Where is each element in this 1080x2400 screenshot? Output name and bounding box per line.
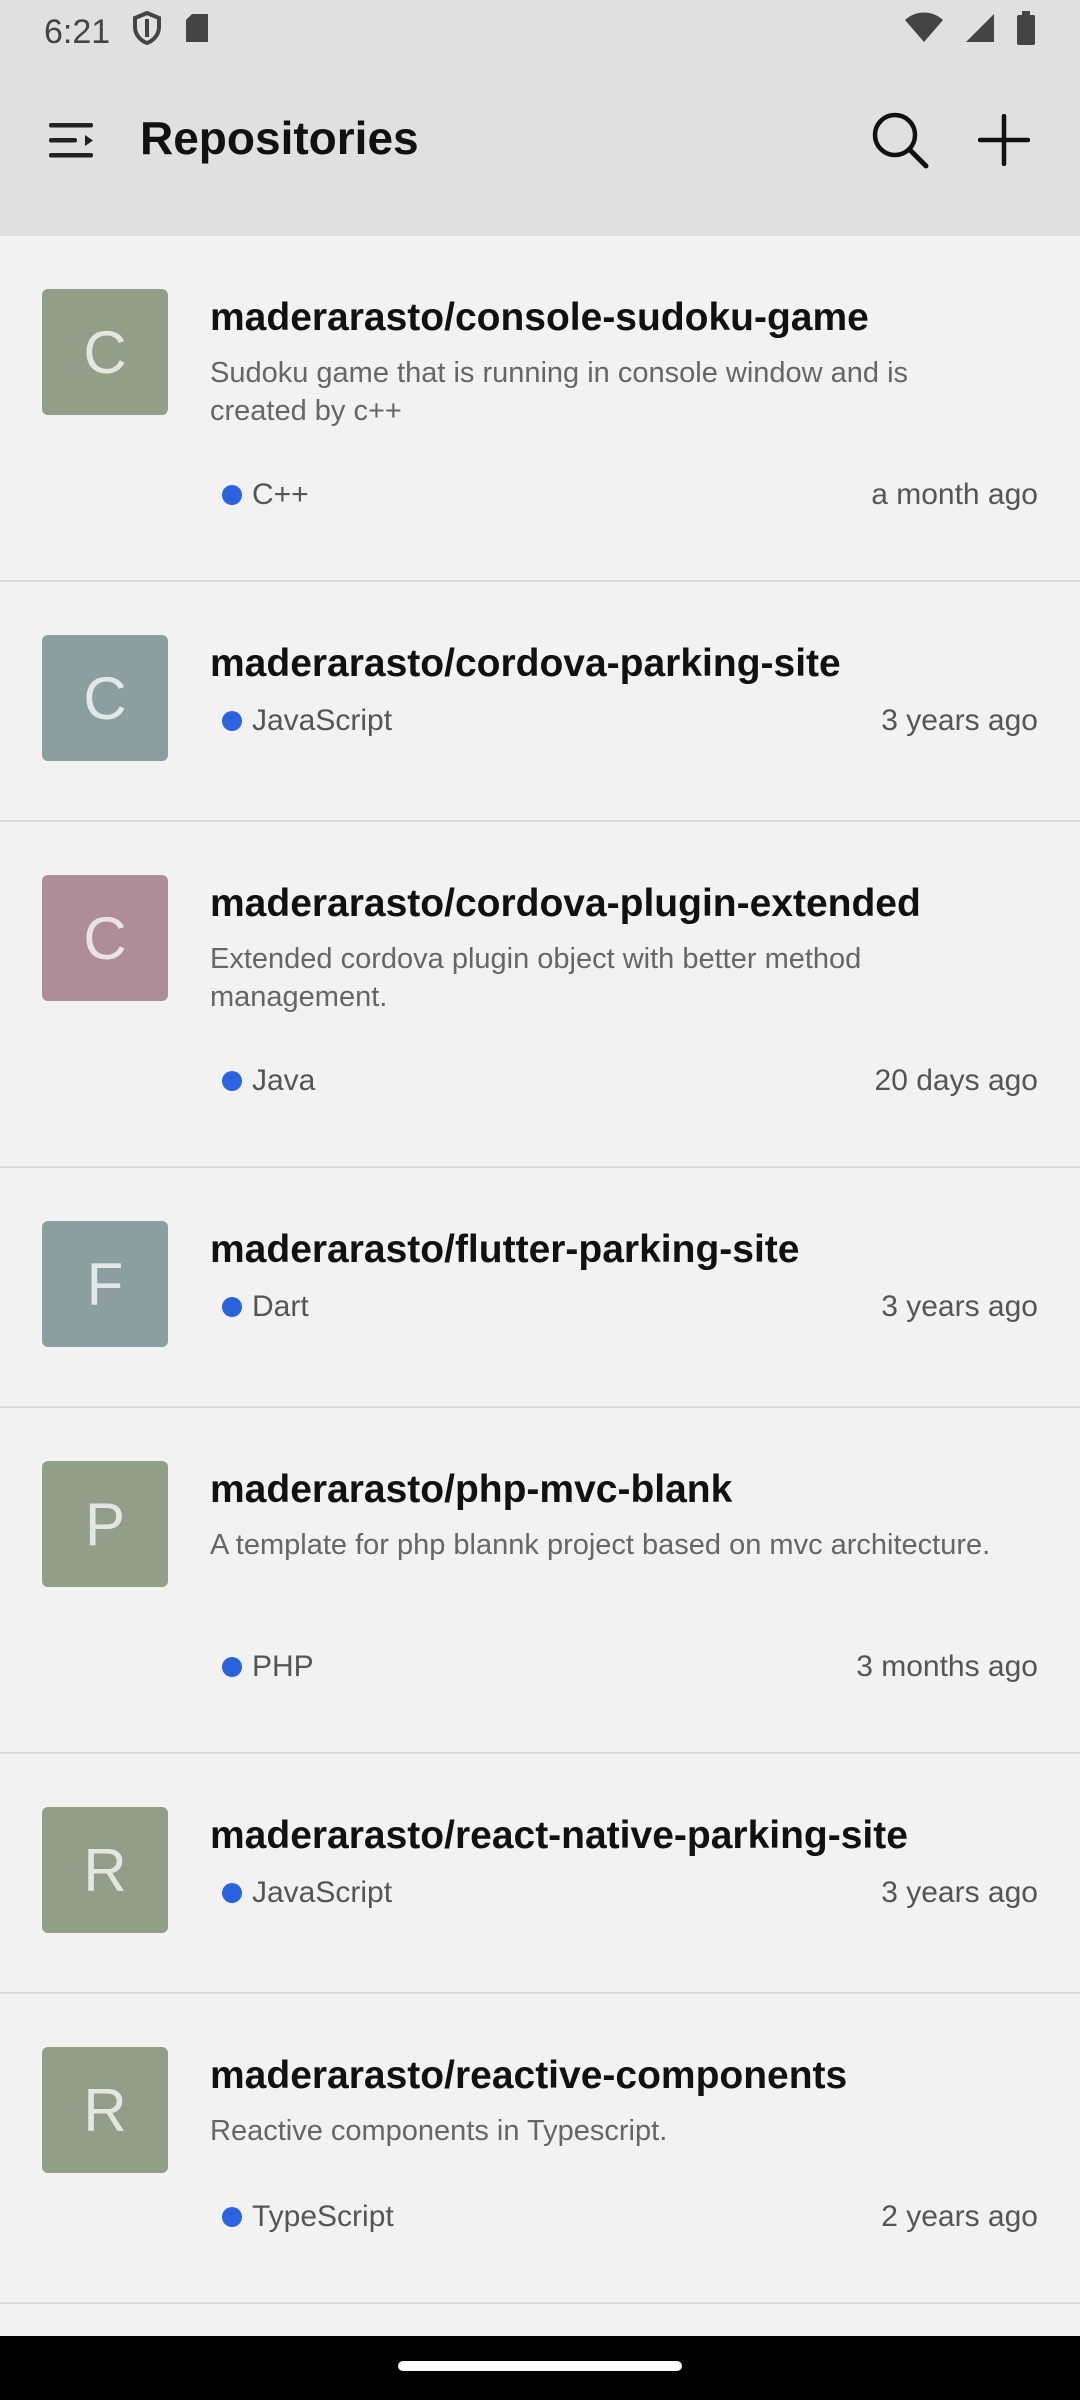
repository-item[interactable]: C maderarasto/console-sudoku-game Sudoku… — [0, 236, 1080, 582]
status-time: 6:21 — [44, 12, 111, 51]
status-bar: 6:21 — [0, 0, 1080, 64]
repository-item[interactable]: C maderarasto/cordova-parking-site JavaS… — [0, 582, 1080, 822]
repository-updated: 3 years ago — [881, 1290, 1038, 1323]
repository-language: Java — [252, 1064, 316, 1097]
repository-description: A template for php blannk project based … — [210, 1529, 991, 1561]
language-dot-icon — [222, 1071, 242, 1091]
repository-meta: PHP 3 months ago — [222, 1650, 1038, 1684]
repository-name: maderarasto/console-sudoku-game — [210, 296, 869, 339]
repository-meta: JavaScript 3 years ago — [222, 704, 1038, 738]
search-icon — [870, 110, 930, 175]
language-dot-icon — [222, 1657, 242, 1677]
add-repository-button[interactable] — [966, 104, 1042, 180]
repository-item[interactable]: P maderarasto/php-mvc-blank A template f… — [0, 1408, 1080, 1754]
repository-updated: a month ago — [871, 478, 1038, 511]
repository-meta: Dart 3 years ago — [222, 1290, 1038, 1324]
repository-name: maderarasto/php-mvc-blank — [210, 1468, 733, 1511]
menu-button[interactable] — [38, 108, 106, 176]
repository-name: maderarasto/cordova-plugin-extended — [210, 882, 921, 925]
repository-language: PHP — [252, 1650, 314, 1683]
repository-updated: 3 years ago — [881, 704, 1038, 737]
language-dot-icon — [222, 1883, 242, 1903]
app-bar: Repositories — [0, 64, 1080, 236]
avatar: C — [42, 875, 168, 1001]
signal-icon — [964, 12, 996, 53]
repository-language: TypeScript — [252, 2200, 394, 2233]
language-dot-icon — [222, 485, 242, 505]
repository-meta: JavaScript 3 years ago — [222, 1876, 1038, 1910]
avatar: F — [42, 1221, 168, 1347]
repository-description: Sudoku game that is running in console w… — [210, 357, 909, 427]
avatar: P — [42, 1461, 168, 1587]
avatar: C — [42, 289, 168, 415]
shield-icon — [132, 10, 162, 54]
repository-item[interactable]: C maderarasto/cordova-plugin-extended Ex… — [0, 822, 1080, 1168]
battery-icon — [1016, 10, 1036, 54]
repository-item[interactable]: R maderarasto/reactive-components Reacti… — [0, 1994, 1080, 2304]
plus-icon — [977, 113, 1031, 171]
wifi-icon — [904, 12, 944, 53]
home-indicator[interactable] — [398, 2361, 682, 2371]
repository-name: maderarasto/cordova-parking-site — [210, 642, 841, 685]
repository-description: Extended cordova plugin object with bett… — [210, 943, 862, 1013]
page-title: Repositories — [140, 112, 419, 164]
repository-updated: 3 months ago — [856, 1650, 1038, 1683]
repository-meta: TypeScript 2 years ago — [222, 2200, 1038, 2234]
repository-item[interactable]: F maderarasto/flutter-parking-site Dart … — [0, 1168, 1080, 1408]
repository-description: Reactive components in Typescript. — [210, 2115, 668, 2147]
repository-list: C maderarasto/console-sudoku-game Sudoku… — [0, 236, 1080, 2304]
repository-updated: 20 days ago — [874, 1064, 1038, 1097]
repository-language: JavaScript — [252, 704, 393, 737]
avatar: R — [42, 2047, 168, 2173]
repository-language: C++ — [252, 478, 309, 511]
repository-name: maderarasto/reactive-components — [210, 2054, 848, 2097]
repository-name: maderarasto/flutter-parking-site — [210, 1228, 800, 1271]
language-dot-icon — [222, 2207, 242, 2227]
repository-meta: Java 20 days ago — [222, 1064, 1038, 1098]
repository-meta: C++ a month ago — [222, 478, 1038, 512]
search-button[interactable] — [862, 104, 938, 180]
sd-card-icon — [184, 12, 210, 53]
language-dot-icon — [222, 711, 242, 731]
avatar: R — [42, 1807, 168, 1933]
repository-updated: 3 years ago — [881, 1876, 1038, 1909]
repository-language: JavaScript — [252, 1876, 393, 1909]
repository-item[interactable]: R maderarasto/react-native-parking-site … — [0, 1754, 1080, 1994]
repository-updated: 2 years ago — [881, 2200, 1038, 2233]
menu-icon — [47, 120, 97, 165]
avatar: C — [42, 635, 168, 761]
repository-language: Dart — [252, 1290, 309, 1323]
repository-name: maderarasto/react-native-parking-site — [210, 1814, 908, 1857]
language-dot-icon — [222, 1297, 242, 1317]
